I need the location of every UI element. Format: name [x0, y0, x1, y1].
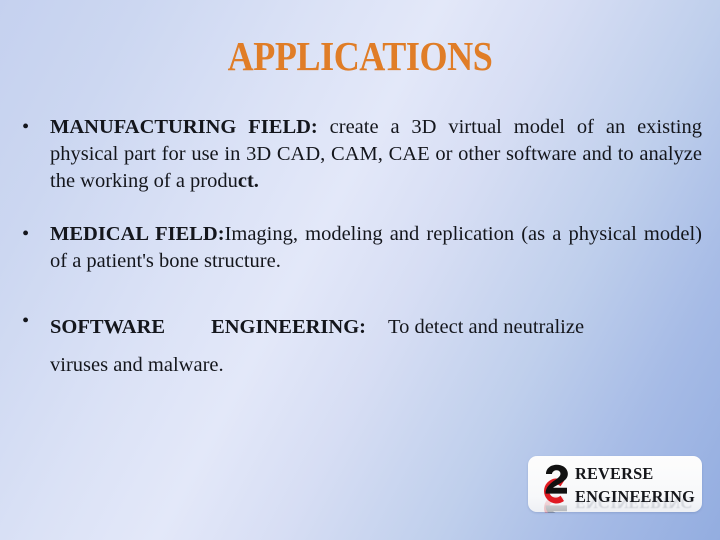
bullet-lead-label-software: SOFTWARE — [50, 316, 166, 338]
logo-wordmark: REVERSE ENGINEERING — [575, 462, 701, 510]
logo-line-engineering: ENGINEERING — [575, 487, 696, 506]
bullet-item-software-engineering: • SOFTWARE ENGINEERING: To detect and neut… — [18, 308, 702, 384]
bullet-body-software-line1: To detect and neutralize — [387, 316, 585, 338]
bullet-item-manufacturing: • MANUFACTURING FIELD: create a 3D virtu… — [18, 114, 702, 195]
bullet-line-1: SOFTWARE ENGINEERING: To detect and neutra… — [50, 308, 702, 346]
reverse-engineering-logo: REVERSE ENGINEERING REVERSE ENGINEERING — [528, 456, 706, 540]
presentation-slide: APPLICATIONS • MANUFACTURING FIELD: crea… — [0, 0, 720, 540]
logo-card: REVERSE ENGINEERING — [528, 456, 702, 512]
bullet-text-manufacturing: MANUFACTURING FIELD: create a 3D virtual… — [50, 114, 702, 195]
bullet-body-bold-tail-manufacturing: ct. — [237, 170, 259, 192]
bullet-marker-icon: • — [22, 116, 30, 138]
bullet-line-2: viruses and malware. — [50, 346, 702, 384]
bullet-lead-label-manufacturing: MANUFACTURING FIELD: — [50, 116, 318, 138]
bullet-lead-label-engineering: ENGINEERING: — [211, 316, 366, 338]
slide-body: • MANUFACTURING FIELD: create a 3D virtu… — [18, 114, 702, 384]
bullet-body-software-line2: viruses and malware. — [50, 354, 224, 376]
bullet-marker-icon: • — [22, 223, 30, 245]
bullet-text-medical: MEDICAL FIELD:Imaging, modeling and repl… — [50, 221, 702, 275]
bullet-text-software-engineering: SOFTWARE ENGINEERING: To detect and neutra… — [50, 308, 702, 384]
bullet-marker-icon: • — [22, 310, 30, 332]
bullet-lead-label-medical: MEDICAL FIELD: — [50, 223, 225, 245]
bullet-item-medical: • MEDICAL FIELD:Imaging, modeling and re… — [18, 221, 702, 275]
page-title: APPLICATIONS — [227, 33, 493, 79]
logo-line-reverse: REVERSE — [575, 464, 654, 483]
